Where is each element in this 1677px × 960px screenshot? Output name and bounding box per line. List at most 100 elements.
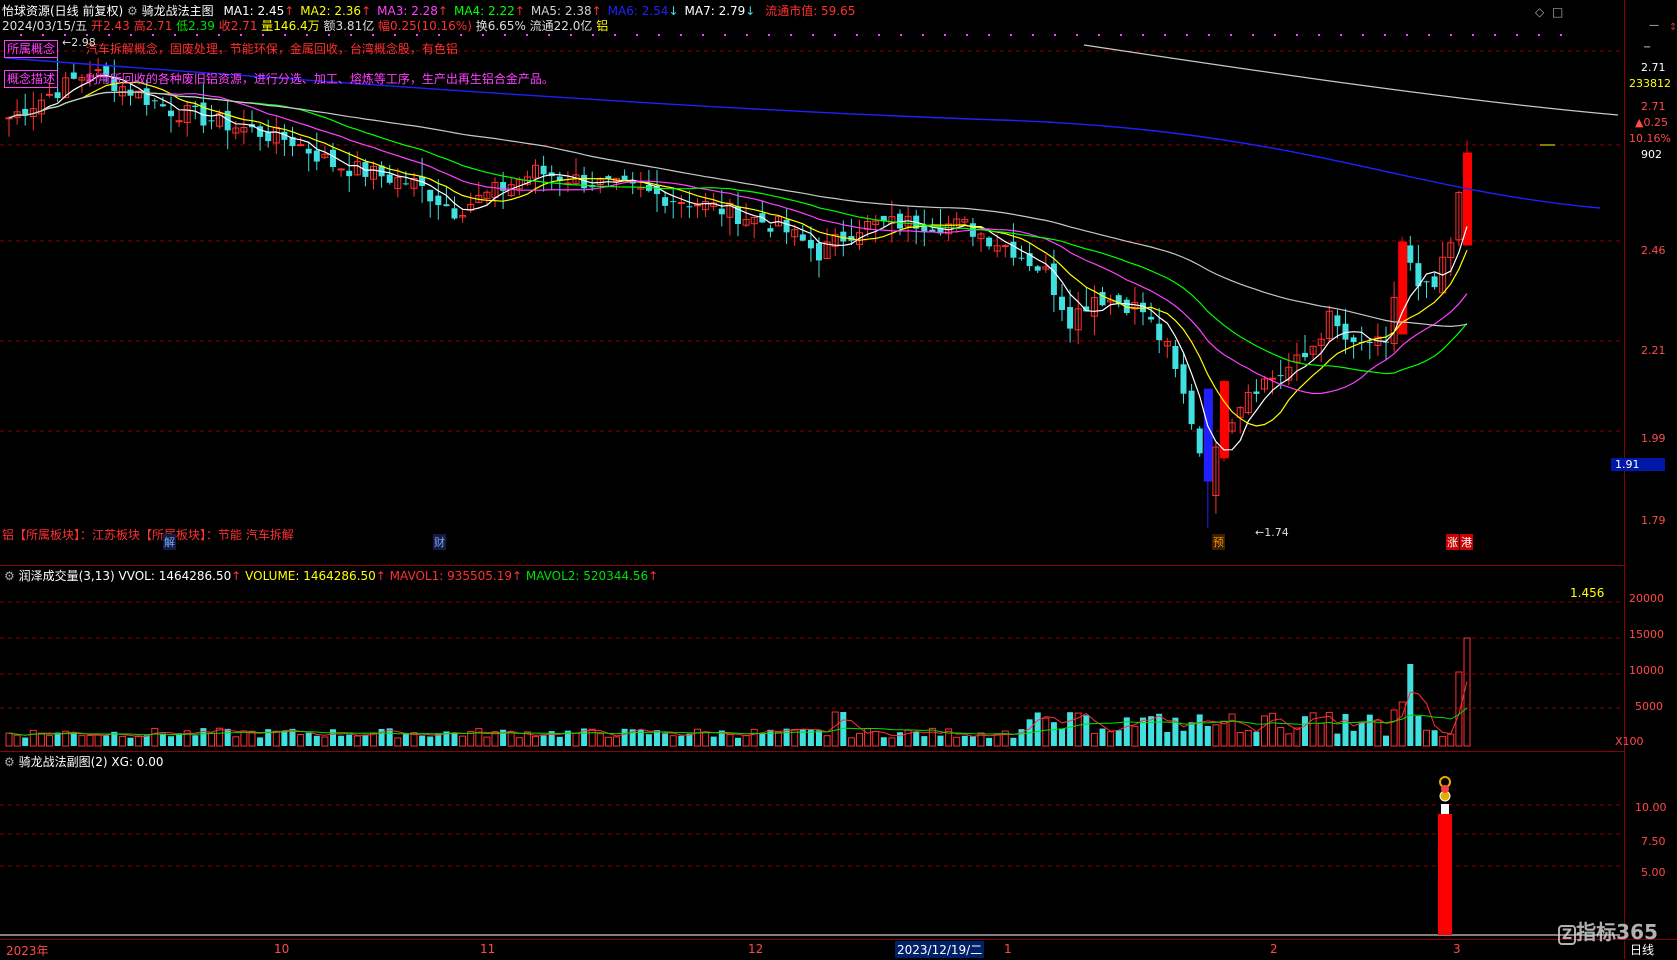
volume-bar xyxy=(702,731,710,747)
volume-tick-1: 20000 xyxy=(1629,592,1664,605)
volume-bar xyxy=(22,737,29,746)
quote-volume: 量146.4万 xyxy=(261,19,320,33)
event-marker-forecast[interactable]: 预 xyxy=(1212,534,1225,550)
quote-open: 开2.43 xyxy=(91,19,130,33)
signal-dot xyxy=(878,34,880,36)
candle-body xyxy=(1018,257,1025,259)
candle-body xyxy=(1180,364,1187,394)
candle-body xyxy=(677,202,685,205)
volume-panel[interactable]: ⚙ 润泽成交量(3,13) VVOL: 1464286.50↑ VOLUME: … xyxy=(0,566,1624,752)
volume-bar xyxy=(1261,715,1268,747)
sub-tick-1: 10.00 xyxy=(1635,801,1667,814)
signal-dot xyxy=(1472,34,1474,36)
signal-dot xyxy=(1538,34,1540,36)
volume-bar xyxy=(1285,733,1293,747)
quote-turnover: 换6.65% xyxy=(475,19,526,33)
volume-bar xyxy=(613,736,620,747)
volume-bar xyxy=(78,735,86,747)
volume-bar xyxy=(362,734,369,746)
right-axis: — − 2.71 233812 2.71 ▲0.25 10.16% 902 2.… xyxy=(1611,0,1677,959)
candle-body xyxy=(670,201,677,203)
volume-chart[interactable] xyxy=(0,566,1624,751)
candle-body xyxy=(402,183,409,185)
candle-body xyxy=(1188,390,1195,425)
gear-icon[interactable]: ⚙ xyxy=(127,4,138,18)
volume-bar xyxy=(346,734,353,746)
sub-indicator-chart[interactable] xyxy=(0,752,1624,939)
signal-dot xyxy=(1340,34,1342,36)
date-axis[interactable]: 2023年 10 11 12 2023/12/19/二 1 2 3 日线 xyxy=(0,939,1677,960)
concept-text: 汽车拆解概念，固废处理，节能环保，金属回收，台湾概念股，有色铝 xyxy=(85,42,458,56)
volume-bar xyxy=(394,737,402,747)
signal-dot xyxy=(152,34,154,36)
signal-dot xyxy=(1230,34,1232,36)
event-marker-limit-up[interactable]: 涨 xyxy=(1446,534,1459,550)
candle-body xyxy=(816,243,822,261)
volume-bar xyxy=(200,728,207,746)
candle-body xyxy=(1203,388,1213,482)
quote-high: 高2.71 xyxy=(133,19,173,33)
minus-icon[interactable]: − xyxy=(1643,42,1651,53)
sub-indicator-name[interactable]: 骑龙战法副图(2) xyxy=(19,755,108,769)
main-chart-panel[interactable]: 怡球资源(日线 前复权) ⚙ 骑龙战法主图 MA1: 2.45↑ MA2: 2.3… xyxy=(0,0,1624,566)
volume-bar xyxy=(1293,727,1301,747)
volume-bar xyxy=(986,737,993,746)
candle-body xyxy=(346,170,353,177)
volume-bar xyxy=(176,733,183,746)
event-marker-financial[interactable]: 财 xyxy=(433,534,446,550)
signal-dot xyxy=(328,34,330,36)
gear-icon[interactable]: ⚙ xyxy=(4,569,15,583)
candle-body xyxy=(1423,281,1430,283)
date-label-dec: 12 xyxy=(748,942,764,956)
indicator-name[interactable]: 骑龙战法主图 xyxy=(142,4,214,18)
candle-body xyxy=(427,189,434,202)
expand-icon[interactable]: ◇ xyxy=(1535,5,1544,19)
signal-dot xyxy=(1384,34,1386,36)
gear-icon[interactable]: ⚙ xyxy=(4,755,15,769)
volume-bar xyxy=(37,732,45,747)
signal-dot xyxy=(130,34,132,36)
event-marker-hk[interactable]: 港 xyxy=(1460,534,1473,550)
signal-dot xyxy=(174,34,176,36)
candle-body xyxy=(143,88,150,105)
header-row-2: 2024/03/15/五 开2.43 高2.71 低2.39 收2.71 量14… xyxy=(2,18,608,34)
signal-dot xyxy=(1208,34,1210,36)
xg-value: XG: 0.00 xyxy=(111,755,164,769)
candle-body xyxy=(686,206,693,208)
volume-bar xyxy=(1204,725,1211,746)
candle-body xyxy=(46,93,53,96)
volume-bar xyxy=(847,737,855,747)
window-icon[interactable]: □ xyxy=(1552,5,1563,19)
quote-close: 收2.71 xyxy=(218,19,258,33)
volume-bar xyxy=(135,735,143,747)
signal-dot xyxy=(1428,34,1430,36)
volume-bar xyxy=(735,737,741,746)
signal-dot xyxy=(108,34,110,36)
stock-name[interactable]: 怡球资源(日线 前复权) xyxy=(2,4,123,18)
volume-bar xyxy=(70,732,77,746)
volume-bar xyxy=(168,736,174,746)
mavol2-value: MAVOL2: 520344.56 xyxy=(525,569,649,583)
quote-date: 2024/03/15/五 xyxy=(2,19,88,33)
volume-bar xyxy=(1034,712,1041,746)
candle-body xyxy=(718,208,725,215)
candle-body xyxy=(1034,266,1041,271)
candle-body xyxy=(1277,375,1284,377)
volume-bar xyxy=(1042,717,1050,747)
volume-bar xyxy=(402,733,409,746)
volume-indicator-name[interactable]: 润泽成交量(3,13) xyxy=(19,569,115,583)
event-marker-unlock[interactable]: 解 xyxy=(163,534,176,550)
volume-bar xyxy=(572,732,580,747)
ma-value-5: MA5: 2.38↑ xyxy=(530,4,602,18)
volume-bar xyxy=(1228,713,1236,747)
volume-bar xyxy=(427,736,434,746)
volume-bar xyxy=(1358,722,1365,746)
side-vertical-text: ↕▕▕▕▕▕▕▕▕▕▕▕▕▕▕▕▕▕▕▕▕▕▕▕▕▕▕▕▕▕ xyxy=(1669,22,1677,33)
candle-body xyxy=(168,110,174,117)
volume-bar xyxy=(816,730,822,746)
signal-dot xyxy=(1450,34,1452,36)
candle-body xyxy=(1148,316,1155,320)
volume-bar xyxy=(1431,730,1438,746)
candle-body xyxy=(1059,296,1065,310)
sub-indicator-panel[interactable]: ⚙ 骑龙战法副图(2) XG: 0.00 xyxy=(0,752,1624,937)
